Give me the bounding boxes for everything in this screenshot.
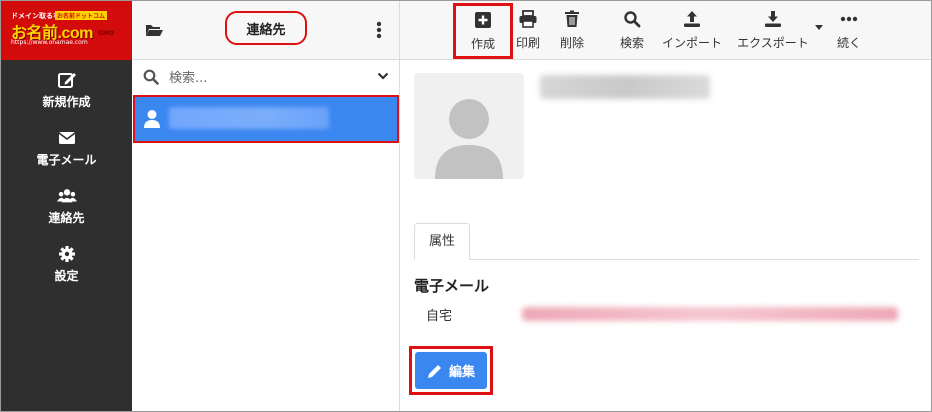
delete-button[interactable]: 削除: [552, 1, 592, 59]
chevron-down-icon[interactable]: [377, 71, 389, 81]
avatar-placeholder-icon: [435, 99, 503, 179]
import-button[interactable]: インポート: [658, 1, 726, 59]
tab-properties[interactable]: 属性: [414, 223, 470, 260]
nav-label: 設定: [54, 269, 79, 283]
search-input[interactable]: [167, 66, 371, 90]
email-type-label: 自宅: [426, 309, 453, 324]
section-email-title: 電子メール: [414, 277, 490, 295]
nav-label: 新規作成: [42, 95, 91, 109]
list-title-highlight: 連絡先: [225, 11, 307, 45]
contact-list-panel: 連絡先: [133, 1, 400, 411]
import-label: インポート: [661, 36, 722, 50]
create-button[interactable]: 作成: [453, 3, 513, 59]
contact-name-redacted: [169, 107, 329, 129]
gear-icon: [58, 246, 75, 262]
more-button[interactable]: 続く: [830, 1, 868, 59]
envelope-icon: [58, 132, 75, 144]
contact-name-redacted: [540, 75, 710, 99]
more-vertical-icon[interactable]: [376, 21, 382, 39]
contact-photo[interactable]: [414, 73, 524, 179]
contact-detail-panel: 作成 印刷 削除 検索 インポート エクスポート 続く 属性 電子メール 自宅 …: [400, 1, 931, 411]
search-label: 検索: [619, 36, 644, 50]
nav-item-compose[interactable]: 新規作成: [1, 63, 132, 115]
list-header: 連絡先: [133, 1, 399, 60]
trash-icon: [565, 10, 579, 27]
export-label: エクスポート: [737, 36, 809, 50]
list-title: 連絡先: [246, 22, 286, 38]
edit-button[interactable]: 編集: [415, 352, 487, 389]
logo-url: https://www.onamae.com: [11, 39, 88, 46]
delete-label: 削除: [559, 36, 584, 50]
nav-item-settings[interactable]: 設定: [1, 237, 132, 289]
tabs-divider: [414, 259, 919, 260]
search-icon: [143, 69, 159, 85]
edit-label: 編集: [448, 365, 475, 380]
export-button[interactable]: エクスポート: [734, 1, 812, 59]
caret-down-icon[interactable]: [815, 25, 823, 31]
logo-by: GMO: [98, 30, 114, 37]
folder-open-icon[interactable]: [145, 23, 163, 37]
pencil-icon: [427, 363, 443, 378]
plus-square-icon: [475, 12, 491, 28]
print-button[interactable]: 印刷: [510, 1, 546, 59]
search-button[interactable]: 検索: [612, 1, 652, 59]
print-label: 印刷: [515, 36, 540, 50]
person-icon: [144, 110, 160, 128]
nav-item-mail[interactable]: 電子メール: [1, 121, 132, 173]
create-label: 作成: [470, 37, 495, 51]
nav-item-contacts[interactable]: 連絡先: [1, 179, 132, 231]
printer-icon: [519, 10, 537, 28]
search-bar: [133, 61, 399, 93]
email-value-redacted[interactable]: [522, 307, 898, 321]
list-item-contact[interactable]: [133, 95, 399, 143]
upload-icon: [684, 11, 700, 27]
nav-label: 連絡先: [48, 211, 85, 225]
toolbar: 作成 印刷 削除 検索 インポート エクスポート 続く: [400, 1, 931, 60]
more-label: 続く: [836, 36, 861, 50]
more-horizontal-icon: [840, 16, 858, 22]
edit-button-highlight: 編集: [409, 346, 493, 395]
compose-icon: [57, 73, 76, 88]
download-icon: [765, 11, 781, 27]
users-icon: [56, 189, 77, 203]
main-nav: ドメイン取るなら お名前ドットコム お名前.com GMO https://ww…: [1, 1, 132, 411]
app-window: ドメイン取るなら お名前ドットコム お名前.com GMO https://ww…: [0, 0, 932, 412]
magnifier-icon: [624, 11, 641, 28]
nav-label: 電子メール: [36, 153, 97, 167]
logo[interactable]: ドメイン取るなら お名前ドットコム お名前.com GMO https://ww…: [1, 1, 132, 60]
